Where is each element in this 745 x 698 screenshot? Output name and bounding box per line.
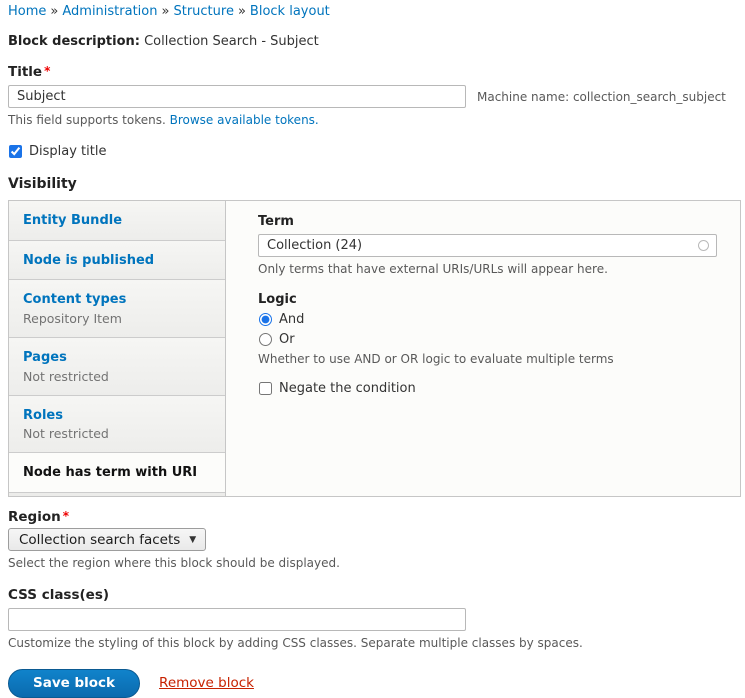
- breadcrumb-link-structure[interactable]: Structure: [173, 4, 233, 19]
- logic-option-or: Or: [258, 332, 717, 347]
- region-select-value: Collection search facets: [19, 532, 180, 548]
- title-input[interactable]: [8, 85, 466, 108]
- breadcrumb-separator: »: [162, 4, 170, 19]
- block-description-label: Block description:: [8, 34, 140, 49]
- breadcrumb-separator: »: [50, 4, 58, 19]
- negate-label[interactable]: Negate the condition: [279, 381, 416, 396]
- region-form-item: Region* Collection search facets ▼ Selec…: [8, 509, 741, 571]
- block-description: Block description: Collection Search - S…: [8, 34, 741, 49]
- required-marker: *: [63, 509, 69, 523]
- vertical-tab-content-types[interactable]: Content types Repository Item: [9, 280, 225, 338]
- breadcrumb: Home»Administration»Structure»Block layo…: [8, 4, 741, 19]
- display-title-form-item: Display title: [8, 144, 741, 159]
- title-label: Title: [8, 64, 42, 80]
- vertical-tab-entity-bundle[interactable]: Entity Bundle: [9, 201, 225, 241]
- term-description: Only terms that have external URIs/URLs …: [258, 261, 717, 277]
- negate-checkbox[interactable]: [259, 382, 272, 395]
- vertical-tab-pages[interactable]: Pages Not restricted: [9, 338, 225, 396]
- save-block-button[interactable]: Save block: [8, 669, 140, 698]
- css-classes-form-item: CSS class(es) Customize the styling of t…: [8, 587, 741, 651]
- logic-form-item: Logic And Or Whether to use AND or OR lo…: [258, 292, 717, 367]
- vertical-tabs-menu: Entity Bundle Node is published Content …: [9, 201, 226, 496]
- chevron-down-icon: ▼: [189, 535, 196, 545]
- title-description: This field supports tokens. Browse avail…: [8, 112, 741, 128]
- css-classes-input[interactable]: [8, 608, 466, 631]
- title-form-item: Title* Machine name: collection_search_s…: [8, 64, 741, 128]
- region-description: Select the region where this block shoul…: [8, 555, 741, 571]
- logic-label: Logic: [258, 292, 717, 307]
- remove-block-link[interactable]: Remove block: [159, 675, 254, 691]
- block-description-value: Collection Search - Subject: [144, 34, 319, 49]
- breadcrumb-link-administration[interactable]: Administration: [62, 4, 157, 19]
- breadcrumb-link-home[interactable]: Home: [8, 4, 46, 19]
- region-label: Region: [8, 509, 61, 525]
- required-marker: *: [44, 64, 50, 78]
- browse-tokens-link[interactable]: Browse available tokens.: [170, 113, 319, 127]
- region-select[interactable]: Collection search facets ▼: [8, 528, 206, 551]
- breadcrumb-link-block-layout[interactable]: Block layout: [250, 4, 330, 19]
- term-autocomplete-input[interactable]: [258, 234, 717, 257]
- logic-description: Whether to use AND or OR logic to evalua…: [258, 351, 717, 367]
- block-configure-page: Home»Administration»Structure»Block layo…: [0, 0, 745, 698]
- negate-form-item: Negate the condition: [258, 381, 717, 396]
- visibility-vertical-tabs: Entity Bundle Node is published Content …: [8, 200, 741, 497]
- term-form-item: Term Only terms that have external URIs/…: [258, 214, 717, 277]
- visibility-heading: Visibility: [8, 176, 741, 192]
- vertical-tab-pane: Term Only terms that have external URIs/…: [226, 201, 740, 496]
- css-classes-label: CSS class(es): [8, 587, 109, 603]
- vertical-tab-node-is-published[interactable]: Node is published: [9, 241, 225, 281]
- display-title-label[interactable]: Display title: [29, 144, 106, 159]
- css-classes-description: Customize the styling of this block by a…: [8, 635, 741, 651]
- logic-radio-and[interactable]: [259, 313, 272, 326]
- vertical-tab-node-has-term-with-uri[interactable]: Node has term with URI: [9, 453, 225, 493]
- machine-name: Machine name: collection_search_subject: [477, 90, 726, 104]
- vertical-tab-roles[interactable]: Roles Not restricted: [9, 396, 225, 454]
- display-title-checkbox[interactable]: [9, 145, 22, 158]
- form-actions: Save block Remove block: [8, 669, 741, 698]
- logic-radio-or[interactable]: [259, 333, 272, 346]
- logic-option-and: And: [258, 312, 717, 327]
- breadcrumb-separator: »: [238, 4, 246, 19]
- term-label: Term: [258, 214, 717, 229]
